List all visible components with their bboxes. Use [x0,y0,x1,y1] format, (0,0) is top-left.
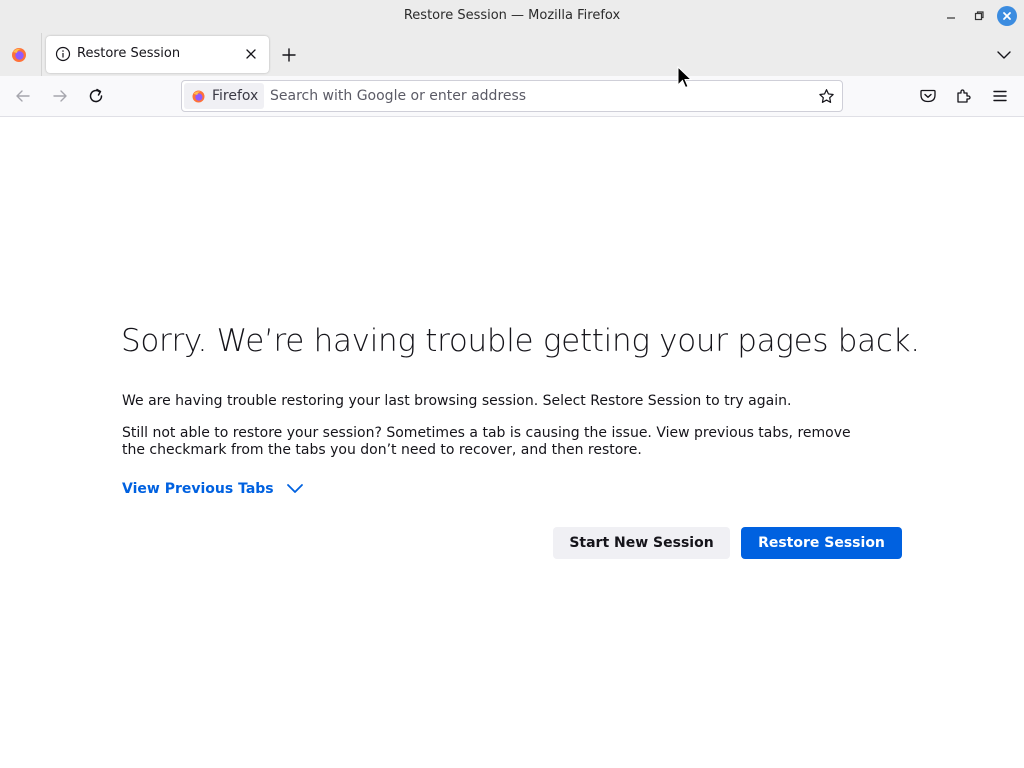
page-title: Sorry. We’re having trouble getting your… [121,323,920,359]
start-new-session-button[interactable]: Start New Session [553,527,730,559]
url-bar[interactable]: Firefox [181,80,843,112]
minimize-button[interactable] [941,6,961,26]
page-content: Sorry. We’re having trouble getting your… [0,117,1024,768]
maximize-button[interactable] [969,6,989,26]
reload-icon[interactable] [87,87,105,105]
firefox-window: Restore Session — Mozilla Firefox Restor… [0,0,1024,768]
new-tab-icon[interactable] [281,47,297,63]
description-text: We are having trouble restoring your las… [122,393,792,409]
tab-separator [41,33,42,76]
close-window-button[interactable] [997,6,1017,26]
close-tab-icon[interactable] [244,47,258,61]
tab-restore-session[interactable]: Restore Session [46,36,269,73]
restore-window-icon [974,11,984,21]
identity-label: Firefox [212,88,259,104]
pocket-icon[interactable] [919,87,937,105]
forward-arrow-icon[interactable] [51,87,69,105]
view-previous-tabs-link[interactable]: View Previous Tabs [122,481,274,497]
url-input[interactable] [270,81,800,111]
navigation-toolbar: Firefox [0,76,1024,117]
firefox-view-icon[interactable] [9,45,29,65]
identity-box[interactable]: Firefox [184,83,264,109]
close-icon [1003,12,1011,20]
chevron-down-icon[interactable] [286,482,304,496]
title-bar: Restore Session — Mozilla Firefox [0,0,1024,33]
help-text: Still not able to restore your session? … [122,425,851,458]
restore-session-button[interactable]: Restore Session [741,527,902,559]
mouse-cursor-icon [677,66,693,89]
back-arrow-icon[interactable] [14,87,32,105]
minimize-icon [947,17,955,19]
window-title: Restore Session — Mozilla Firefox [403,8,621,23]
list-all-tabs-icon[interactable] [996,48,1012,62]
info-icon [55,46,71,62]
tab-strip: Restore Session [0,33,1024,76]
tab-label: Restore Session [77,46,181,61]
firefox-logo-icon [192,90,205,103]
hamburger-menu-icon[interactable] [991,87,1009,105]
bookmark-star-icon[interactable] [818,88,835,105]
extensions-puzzle-icon[interactable] [955,87,973,105]
